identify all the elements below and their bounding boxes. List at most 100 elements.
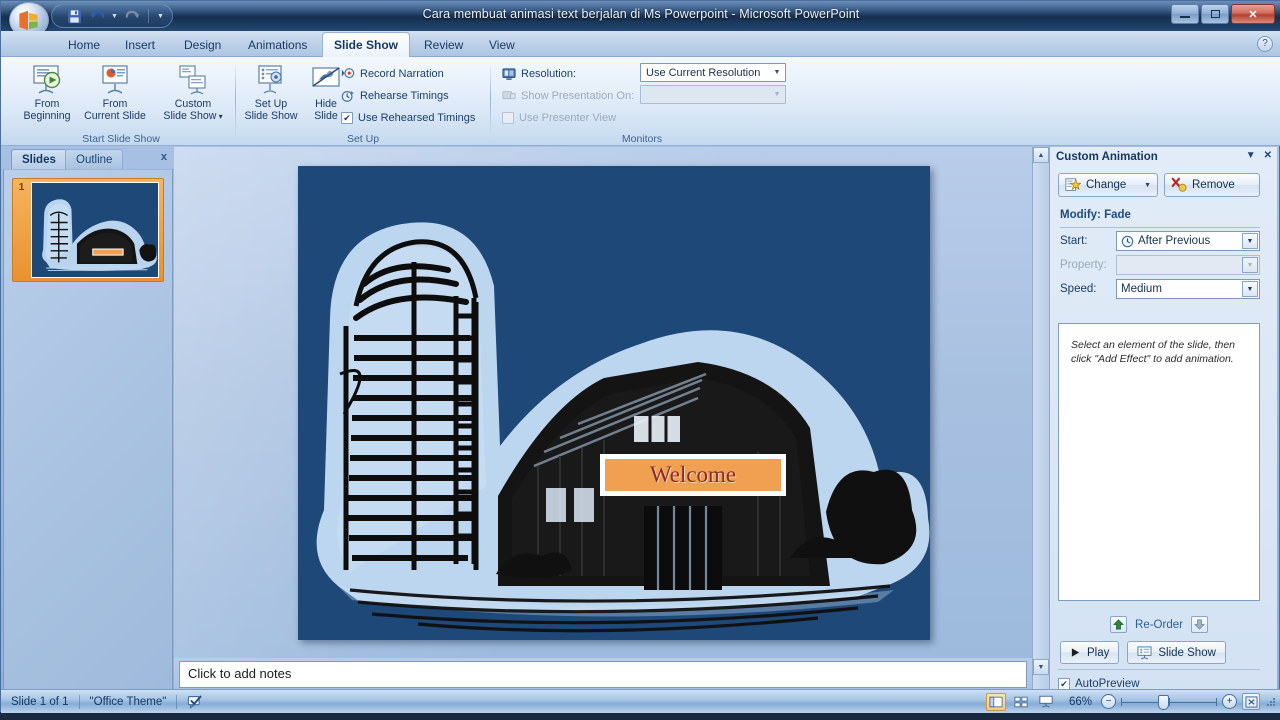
save-button[interactable] [64,7,84,26]
show-presentation-on-icon [502,91,516,100]
close-pane-button[interactable]: x [161,151,167,163]
slide-show-button-label: Slide Show [1158,646,1216,659]
chevron-down-icon: ▼ [1037,663,1045,671]
task-pane-header: Custom Animation ▼ ✕ [1050,147,1278,167]
change-button-label: Change [1086,179,1127,191]
spell-check-button[interactable] [177,694,215,710]
zoom-out-button[interactable]: − [1101,694,1116,709]
view-normal-button[interactable] [985,692,1006,711]
scroll-down-button[interactable]: ▼ [1033,659,1049,675]
qat-separator [148,9,149,23]
zoom-tick-min [1121,697,1122,706]
remove-button-label: Remove [1192,179,1235,191]
view-slide-sorter-button[interactable] [1011,693,1031,711]
property-label: Property: [1060,259,1107,271]
fit-to-window-button[interactable] [1242,693,1260,710]
autopreview-divider [1058,669,1260,670]
animation-list[interactable]: Select an element of the slide, then cli… [1058,323,1260,601]
zoom-slider-thumb[interactable] [1158,694,1169,710]
reorder-row: Re-Order [1058,616,1260,633]
tab-animations[interactable]: Animations [237,33,318,57]
title-bar: Cara membuat animasi text berjalan di Ms… [1,1,1280,31]
notes-placeholder[interactable]: Click to add notes [179,661,1027,688]
ribbon-separator-2 [490,61,491,137]
close-button[interactable]: ✕ [1231,4,1275,24]
tab-home[interactable]: Home [57,33,111,57]
from-current-slide-button[interactable]: From Current Slide [81,60,149,128]
custom-slide-show-button[interactable]: Custom Slide Show ▾ [159,60,227,128]
tab-design[interactable]: Design [173,33,232,57]
scroll-up-button[interactable]: ▲ [1033,147,1049,163]
rehearse-timings-button[interactable]: Rehearse Timings [341,87,449,105]
view-slide-show-button[interactable] [1036,693,1056,711]
tab-outline[interactable]: Outline [65,149,124,169]
group-label-monitors: Monitors [621,133,663,145]
undo-dropdown[interactable]: ▼ [110,7,119,26]
undo-icon [90,10,104,18]
show-presentation-on-label: Show Presentation On: [521,90,635,102]
set-up-slide-show-button[interactable]: Set Up Slide Show [237,60,305,128]
ribbon-group-monitors: Resolution: Use Current Resolution ▼ Sho… [492,57,792,146]
chevron-down-icon[interactable]: ▼ [1242,233,1258,249]
speed-value: Medium [1121,283,1162,295]
slide-show-button[interactable]: Slide Show [1127,641,1226,664]
minimize-button[interactable] [1171,4,1199,24]
show-presentation-on-row: Show Presentation On: [502,87,634,105]
undo-button[interactable] [87,7,107,26]
zoom-in-button[interactable]: + [1222,694,1237,709]
restore-button[interactable] [1201,4,1229,24]
checkbox-icon: ✔ [341,112,353,124]
remove-button[interactable]: Remove [1164,173,1260,197]
play-button[interactable]: Play [1060,641,1120,664]
slide-vertical-scrollbar[interactable]: ▲ ▼ [1032,147,1049,692]
set-up-slide-show-label: Set Up Slide Show [244,98,298,122]
office-logo-icon [19,10,38,31]
zoom-slider[interactable] [1121,694,1217,710]
slide-canvas[interactable]: Welcome [298,166,930,640]
use-presenter-view-label: Use Presenter View [519,112,617,124]
status-bar-right: 66% − + [985,692,1277,711]
use-rehearsed-timings-checkbox[interactable]: ✔ Use Rehearsed Timings [341,109,475,127]
record-narration-label: Record Narration [360,68,444,80]
customize-qat-button[interactable]: ▼ [155,7,166,26]
resize-grip[interactable] [1265,696,1277,708]
tab-slides[interactable]: Slides [11,149,67,169]
arrow-up-icon [1113,619,1124,630]
spell-check-icon [188,695,202,708]
pane-tabs: Slides Outline x [3,147,173,169]
tab-review[interactable]: Review [413,33,474,57]
tab-view[interactable]: View [478,33,526,57]
record-narration-button[interactable]: Record Narration [341,65,444,83]
slide-thumbnail-1[interactable]: 1 [12,178,164,282]
ribbon-tabstrip: Home Insert Design Animations Slide Show… [1,31,1280,58]
task-pane-title: Custom Animation [1056,151,1158,163]
close-icon: ✕ [1248,8,1258,21]
reorder-down-button[interactable] [1190,616,1208,633]
help-button[interactable]: ? [1257,36,1273,52]
from-beginning-button[interactable]: From Beginning [13,60,81,128]
arrow-down-icon [1194,619,1205,630]
office-button[interactable] [9,2,49,31]
change-button[interactable]: Change ▼ [1058,173,1158,197]
tab-slide-show[interactable]: Slide Show [322,32,411,58]
task-pane-close-button[interactable]: ✕ [1264,150,1272,161]
status-bar: Slide 1 of 1 "Office Theme" 66% − + [1,689,1280,713]
redo-button[interactable] [122,7,142,26]
change-effect-icon [1065,178,1081,191]
hide-slide-icon [309,62,343,98]
slide-thumbnail-list[interactable]: 1 [3,169,173,692]
reorder-up-button[interactable] [1110,616,1128,633]
resolution-dropdown[interactable]: Use Current Resolution ▼ [640,63,786,82]
slide-workspace: Welcome [174,147,1032,658]
speed-dropdown[interactable]: Medium ▼ [1116,279,1260,299]
zoom-level: 66% [1068,695,1092,708]
speed-label: Speed: [1060,283,1097,295]
chevron-down-icon[interactable]: ▼ [1242,281,1258,297]
show-presentation-on-dropdown: ▼ [640,85,786,104]
welcome-textbox[interactable]: Welcome [602,456,784,494]
barn-silo-artwork [298,166,930,640]
tab-insert[interactable]: Insert [114,33,166,57]
start-dropdown[interactable]: After Previous ▼ [1116,231,1260,251]
task-pane-menu-button[interactable]: ▼ [1246,150,1256,161]
play-icon [1071,648,1080,657]
